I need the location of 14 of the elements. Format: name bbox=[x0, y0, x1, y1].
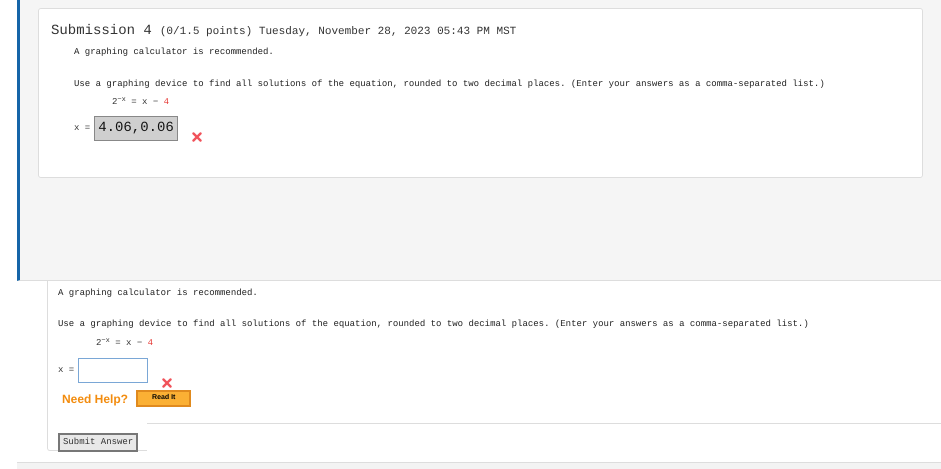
submission-title: Submission 4 bbox=[51, 22, 152, 41]
answer-label: x = bbox=[74, 122, 90, 134]
equation: 2$^{−x}$ = x − 4 bbox=[112, 96, 170, 109]
note-text: A graphing calculator is recommended. bbox=[58, 287, 259, 300]
submission-meta: (0/1.5 points) Tuesday, November 28, 2023 05:43 PM MST bbox=[160, 25, 516, 40]
submitted-answer: 4.06,0.06 bbox=[94, 116, 178, 140]
answer-field[interactable] bbox=[78, 358, 148, 382]
submit-answer-button[interactable]: Submit Answer bbox=[58, 432, 138, 452]
instruction-text: Use a graphing device to find all solutions of the equation, rounded to two decimal places. (Enter your answers as a comma-separated list.) bbox=[58, 318, 810, 330]
instruction-text: Use a graphing device to find all solutions of the equation, rounded to two decimal places. (Enter your answers as a comma-separated list.) bbox=[74, 78, 826, 90]
equation: 2$^{−x}$ = x − 4 bbox=[96, 337, 154, 350]
note-text: A graphing calculator is recommended. bbox=[74, 46, 275, 59]
answer-label: x = bbox=[58, 364, 74, 376]
need-help-label: Need Help? bbox=[62, 390, 128, 408]
